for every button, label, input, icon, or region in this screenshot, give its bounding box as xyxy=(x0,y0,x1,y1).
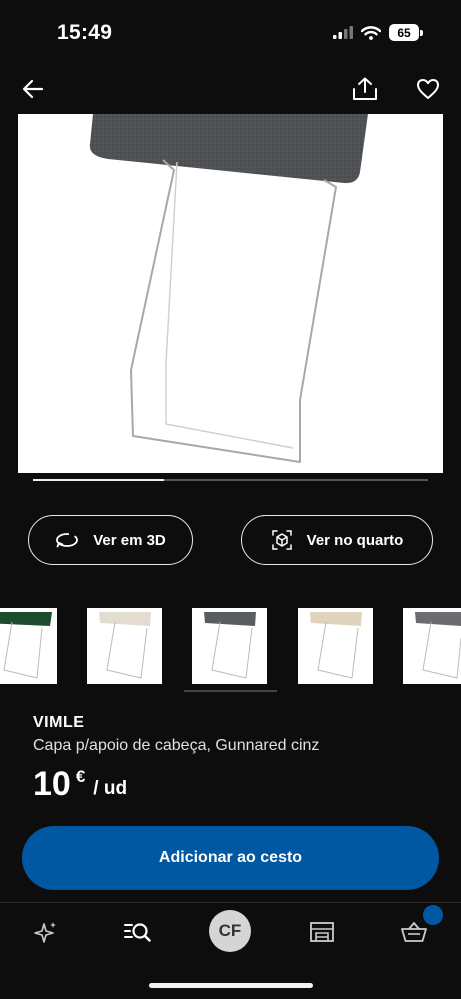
price-currency: € xyxy=(75,767,86,786)
signal-icon xyxy=(333,26,353,39)
share-icon xyxy=(353,77,377,100)
thumbnail-sand[interactable] xyxy=(298,608,373,684)
avatar: CF xyxy=(209,910,251,952)
add-to-cart-label: Adicionar ao cesto xyxy=(158,849,303,866)
arrow-left-icon xyxy=(22,79,44,99)
thumbnail-scroll-indicator xyxy=(184,690,277,692)
add-to-cart-button[interactable]: Adicionar ao cesto xyxy=(22,826,439,890)
tab-store[interactable] xyxy=(307,912,337,952)
product-description: Capa p/apoio de cabeça, Gunnared cinz xyxy=(33,737,320,754)
thumbnail-image xyxy=(310,612,362,679)
view-3d-button[interactable]: Ver em 3D xyxy=(28,515,193,565)
view-in-room-button[interactable]: Ver no quarto xyxy=(241,515,433,565)
ar-cube-icon xyxy=(271,530,292,550)
share-button[interactable] xyxy=(350,74,380,104)
tab-search[interactable] xyxy=(121,912,153,952)
back-button[interactable] xyxy=(18,74,48,104)
product-price: 10 € / ud xyxy=(33,765,127,803)
price-value: 10 xyxy=(33,765,71,803)
thumbnail-image xyxy=(99,612,151,679)
thumbnail-image xyxy=(204,612,256,679)
battery-level: 65 xyxy=(389,24,419,41)
status-time: 15:49 xyxy=(57,21,113,44)
thumbnail-dark-grey[interactable] xyxy=(403,608,461,684)
favorite-button[interactable] xyxy=(413,74,443,104)
tab-profile[interactable]: CF xyxy=(208,908,252,954)
store-icon xyxy=(310,922,334,942)
tab-bar-divider xyxy=(0,902,461,903)
thumbnail-image xyxy=(0,612,52,679)
tab-inspiration[interactable] xyxy=(30,912,62,952)
product-brand: VIMLE xyxy=(33,714,85,731)
basket-icon xyxy=(401,922,427,942)
price-unit: / ud xyxy=(93,778,128,799)
thumbnail-image xyxy=(415,612,461,679)
wifi-icon xyxy=(361,25,381,40)
search-list-icon xyxy=(124,923,151,942)
thumbnail-beige[interactable] xyxy=(87,608,162,684)
thumbnail-green[interactable] xyxy=(0,608,57,684)
rotate-3d-icon xyxy=(56,533,79,548)
heart-icon xyxy=(417,79,439,99)
gallery-progress-fill xyxy=(33,479,164,481)
view-in-room-label: Ver no quarto xyxy=(306,531,404,549)
view-3d-label: Ver em 3D xyxy=(93,531,166,549)
headrest-image xyxy=(89,114,369,463)
status-icons: 65 xyxy=(333,24,423,41)
cart-badge xyxy=(423,905,443,925)
home-indicator xyxy=(149,983,313,988)
thumbnail-grey[interactable] xyxy=(192,608,267,684)
sparkle-icon xyxy=(34,922,56,943)
product-image[interactable] xyxy=(18,114,443,473)
